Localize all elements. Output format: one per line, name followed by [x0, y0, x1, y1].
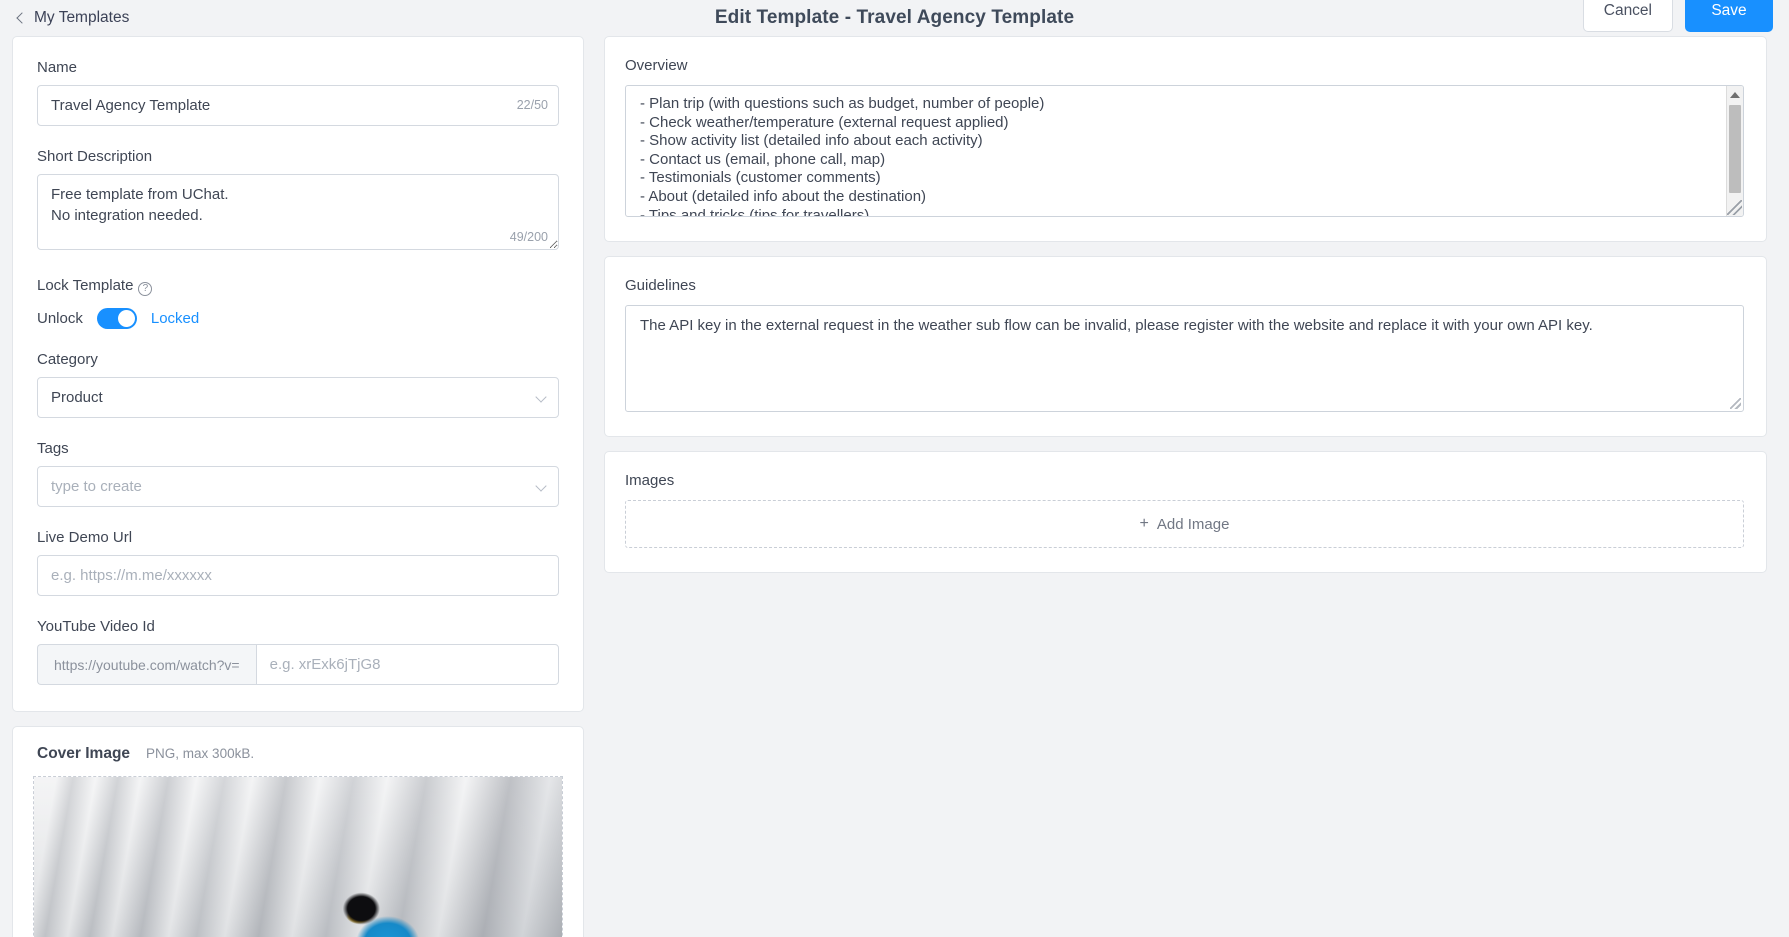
overview-text[interactable]: - Plan trip (with questions such as budg…	[626, 86, 1743, 217]
cancel-button[interactable]: Cancel	[1582, 0, 1673, 32]
name-input-wrap: 22/50	[37, 85, 559, 126]
images-card: Images + Add Image	[604, 451, 1767, 573]
add-image-label: Add Image	[1156, 515, 1230, 533]
scrollbar-thumb[interactable]	[1729, 105, 1741, 193]
name-label: Name	[37, 59, 78, 76]
plus-icon: +	[1139, 515, 1149, 532]
name-field-group: Name 22/50	[37, 59, 559, 126]
live-demo-url-label: Live Demo Url	[37, 529, 133, 546]
guidelines-label: Guidelines	[625, 277, 696, 294]
overview-line: - Check weather/temperature (external re…	[640, 113, 1009, 131]
overview-line: - Tips and tricks (tips for travellers)	[640, 206, 870, 217]
lock-template-row: Unlock Locked	[37, 308, 559, 329]
back-link-label: My Templates	[34, 9, 130, 26]
youtube-video-id-field-group: YouTube Video Id https://youtube.com/wat…	[37, 618, 559, 685]
overview-label: Overview	[625, 57, 688, 74]
overview-line: - Testimonials (customer comments)	[640, 169, 881, 187]
add-image-button[interactable]: + Add Image	[1140, 516, 1230, 533]
tags-label: Tags	[37, 440, 69, 457]
left-column: Name 22/50 Short Description Free templa…	[12, 36, 584, 937]
guidelines-card: Guidelines The API key in the external r…	[604, 256, 1767, 437]
resize-handle-icon[interactable]	[1727, 200, 1742, 215]
short-description-textarea[interactable]: Free template from UChat. No integration…	[37, 174, 559, 250]
overview-line: - Show activity list (detailed info abou…	[640, 132, 983, 150]
main-content: Name 22/50 Short Description Free templa…	[0, 36, 1789, 937]
page-title: Edit Template - Travel Agency Template	[714, 7, 1075, 28]
locked-label: Locked	[150, 310, 200, 327]
toggle-knob	[117, 310, 135, 327]
chevron-down-icon	[535, 391, 547, 403]
right-column: Overview - Plan trip (with questions suc…	[604, 36, 1767, 587]
cover-image-dropzone[interactable]	[33, 776, 563, 937]
tags-field-group: Tags type to create	[37, 440, 559, 507]
short-description-input-wrap: Free template from UChat. No integration…	[37, 174, 559, 255]
youtube-video-id-input[interactable]	[255, 644, 559, 685]
chevron-left-icon	[16, 12, 28, 24]
short-description-field-group: Short Description Free template from UCh…	[37, 148, 559, 255]
lock-template-toggle[interactable]	[96, 308, 137, 329]
youtube-input-group: https://youtube.com/watch?v=	[37, 644, 559, 685]
lock-template-group: Lock Template? Unlock Locked	[37, 277, 559, 329]
unlock-label: Unlock	[37, 310, 83, 327]
overview-scroll-area[interactable]: - Plan trip (with questions such as budg…	[625, 85, 1744, 217]
overview-vertical-scrollbar[interactable]	[1726, 86, 1743, 216]
question-circle-icon[interactable]: ?	[138, 282, 153, 296]
cover-image-hint: PNG, max 300kB.	[146, 746, 255, 761]
cover-image-header: Cover Image PNG, max 300kB.	[13, 727, 583, 776]
chevron-down-icon	[535, 480, 547, 492]
back-to-my-templates-link[interactable]: My Templates	[16, 9, 130, 27]
images-label: Images	[625, 472, 675, 489]
guidelines-text: The API key in the external request in t…	[640, 317, 1593, 334]
cover-image-preview	[34, 777, 562, 937]
overview-card: Overview - Plan trip (with questions suc…	[604, 36, 1767, 242]
tags-placeholder: type to create	[51, 478, 142, 495]
short-description-label: Short Description	[37, 148, 153, 165]
category-select[interactable]: Product	[37, 377, 559, 418]
add-image-dropzone[interactable]: + Add Image	[625, 500, 1744, 548]
resize-handle-icon[interactable]	[1730, 398, 1741, 409]
lock-template-label-text: Lock Template	[37, 277, 134, 294]
header-actions: Cancel Save	[1582, 0, 1773, 32]
tags-select[interactable]: type to create	[37, 466, 559, 507]
guidelines-textarea[interactable]: The API key in the external request in t…	[625, 305, 1744, 412]
triangle-up-icon	[1730, 91, 1740, 98]
template-details-card: Name 22/50 Short Description Free templa…	[12, 36, 584, 712]
category-selected-value: Product	[51, 389, 103, 406]
overview-line: - Contact us (email, phone call, map)	[640, 150, 886, 168]
top-bar: My Templates Edit Template - Travel Agen…	[0, 0, 1789, 36]
cover-image-card: Cover Image PNG, max 300kB.	[12, 726, 584, 937]
overview-line: - Plan trip (with questions such as budg…	[640, 95, 1045, 112]
category-field-group: Category Product	[37, 351, 559, 418]
live-demo-url-input[interactable]	[37, 555, 559, 596]
name-input[interactable]	[37, 85, 559, 126]
youtube-url-prefix: https://youtube.com/watch?v=	[37, 644, 256, 685]
category-label: Category	[37, 351, 98, 368]
overview-line: - About (detailed info about the destina…	[640, 187, 927, 205]
save-button[interactable]: Save	[1685, 0, 1773, 32]
cover-image-title: Cover Image	[37, 745, 131, 762]
youtube-video-id-label: YouTube Video Id	[37, 618, 155, 635]
lock-template-label: Lock Template?	[37, 277, 559, 296]
scroll-up-button[interactable]	[1727, 86, 1743, 103]
live-demo-url-field-group: Live Demo Url	[37, 529, 559, 596]
